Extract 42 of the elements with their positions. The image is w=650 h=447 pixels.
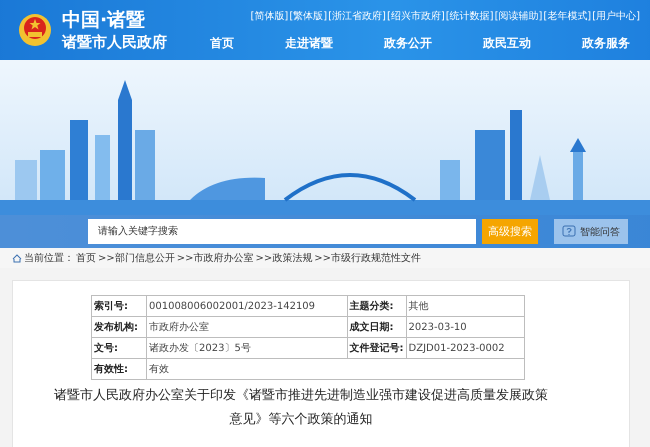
table-value: 市政府办公室 bbox=[146, 316, 348, 338]
top-link[interactable]: [繁体版] bbox=[289, 8, 328, 22]
emblem-icon bbox=[18, 13, 52, 47]
table-value: 其他 bbox=[406, 296, 524, 316]
table-label: 成文日期: bbox=[347, 316, 406, 338]
top-link[interactable]: [阅读辅助] bbox=[494, 8, 542, 22]
article-title: 诸暨市人民政府办公室关于印发《诸暨市推进先进制造业强市建设促进高质量发展政策意见》等六个政策的通知 bbox=[53, 387, 549, 429]
table-label: 索引号: bbox=[92, 296, 146, 316]
advanced-search-button[interactable]: 高级搜索 bbox=[482, 219, 538, 244]
breadcrumb-link[interactable]: >>政策法规 bbox=[256, 251, 312, 265]
top-link[interactable]: [用户中心] bbox=[592, 8, 640, 22]
table-value: 有效 bbox=[146, 358, 524, 380]
nav-item[interactable]: 走进诸暨 bbox=[285, 34, 333, 52]
table-value: DZJD01-2023-0002 bbox=[406, 338, 524, 358]
top-link[interactable]: [统计数据] bbox=[446, 8, 494, 22]
breadcrumb-link[interactable]: >>市级行政规范性文件 bbox=[314, 251, 422, 265]
nav-item[interactable]: 政务服务 bbox=[582, 34, 630, 52]
table-value: 001008006002001/2023-142109 bbox=[146, 296, 348, 316]
top-link[interactable]: [绍兴市政府] bbox=[386, 8, 445, 22]
site-name: 诸暨市人民政府 bbox=[62, 32, 168, 52]
table-label: 主题分类: bbox=[347, 296, 406, 316]
nav-item[interactable]: 政民互动 bbox=[483, 34, 531, 52]
top-link[interactable]: [老年模式] bbox=[543, 8, 592, 22]
nav-item[interactable]: 首页 bbox=[210, 34, 234, 52]
top-link[interactable]: [简体版] bbox=[250, 8, 288, 22]
smart-qa-button[interactable]: 智能问答 bbox=[554, 219, 628, 244]
home-icon bbox=[12, 254, 22, 262]
table-label: 文件登记号: bbox=[347, 338, 406, 358]
search-field[interactable]: 请输入关键字搜索 bbox=[88, 219, 476, 244]
top-link[interactable]: [浙江省政府] bbox=[328, 8, 386, 22]
breadcrumb-label: 当前位置： bbox=[24, 252, 74, 265]
table-value: 2023-03-10 bbox=[406, 316, 524, 338]
table-label: 发布机构: bbox=[92, 316, 146, 338]
table-label: 文号: bbox=[92, 338, 146, 358]
breadcrumb-link[interactable]: 首页 bbox=[76, 251, 96, 265]
breadcrumb-link[interactable]: >>市政府办公室 bbox=[176, 251, 254, 265]
logo-title: 中国·诸暨 bbox=[62, 8, 146, 32]
breadcrumb-link[interactable]: >>部门信息公开 bbox=[98, 251, 175, 265]
chat-question-icon bbox=[562, 224, 576, 238]
table-label: 有效性: bbox=[92, 358, 146, 380]
nav-item[interactable]: 政务公开 bbox=[384, 34, 432, 52]
table-value: 诸政办发〔2023〕5号 bbox=[146, 338, 348, 358]
